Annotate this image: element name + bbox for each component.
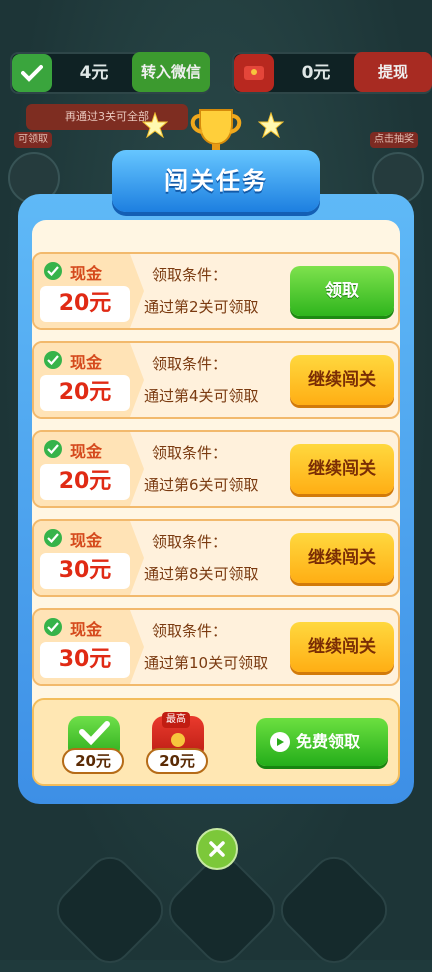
free-claim-button[interactable]: 免费领取	[256, 718, 388, 766]
star-icon	[258, 112, 284, 138]
cash-label: 现金	[70, 531, 103, 550]
free-claim-label: 免费领取	[296, 732, 361, 751]
condition-title: 领取条件：	[152, 622, 228, 640]
check-icon	[12, 54, 52, 92]
play-icon	[270, 732, 290, 752]
max-badge: 最高	[162, 712, 190, 728]
cash-tag: 现金 20元	[34, 432, 144, 506]
cash-tag: 现金 20元	[34, 254, 144, 328]
balance-pill: 4元 转入微信	[10, 52, 210, 94]
continue-level-button[interactable]: 继续闯关	[290, 444, 394, 494]
cash-label: 现金	[70, 620, 103, 639]
star-icon	[142, 112, 168, 138]
side-tag-lottery: 点击抽奖	[370, 132, 418, 148]
side-tag-claimable: 可领取	[14, 132, 52, 148]
top-bar: 4元 转入微信 0元 提现	[10, 52, 432, 94]
redpacket-reward-amount: 20元	[146, 748, 208, 774]
modal-footer: 20元 最高 20元 免费领取	[32, 698, 400, 786]
transfer-wechat-button[interactable]: 转入微信	[132, 52, 210, 92]
cash-label: 现金	[70, 264, 103, 283]
check-icon	[44, 618, 62, 636]
condition-text: 通过第8关可领取	[144, 565, 259, 583]
cash-label: 现金	[70, 353, 103, 372]
check-reward-amount: 20元	[62, 748, 124, 774]
cash-tag: 现金 20元	[34, 343, 144, 417]
reward-amount: 20元	[40, 375, 130, 411]
check-icon	[44, 351, 62, 369]
withdraw-button[interactable]: 提现	[354, 52, 432, 92]
condition-title: 领取条件：	[152, 355, 228, 373]
continue-level-button[interactable]: 继续闯关	[290, 533, 394, 583]
task-row: 现金 20元 领取条件： 通过第6关可领取 继续闯关	[32, 430, 400, 508]
task-row: 现金 20元 领取条件： 通过第2关可领取 领取	[32, 252, 400, 330]
close-modal-button[interactable]	[196, 828, 238, 870]
close-icon	[209, 841, 225, 857]
check-icon	[44, 262, 62, 280]
modal-title-ribbon: 闯关任务	[112, 150, 320, 212]
balance-amount: 4元	[79, 63, 109, 83]
condition-text: 通过第6关可领取	[144, 476, 259, 494]
condition-text: 通过第4关可领取	[144, 387, 259, 405]
cash-amount: 0元	[301, 63, 331, 83]
condition-title: 领取条件：	[152, 266, 228, 284]
claim-button[interactable]: 领取	[290, 266, 394, 316]
cash-label: 现金	[70, 442, 103, 461]
modal-title: 闯关任务	[164, 167, 268, 195]
check-icon	[44, 529, 62, 547]
continue-level-button[interactable]: 继续闯关	[290, 622, 394, 672]
task-row: 现金 30元 领取条件： 通过第10关可领取 继续闯关	[32, 608, 400, 686]
cash-tag: 现金 30元	[34, 521, 144, 595]
cash-tag: 现金 30元	[34, 610, 144, 684]
red-packet-icon	[234, 54, 274, 92]
reward-amount: 20元	[40, 286, 130, 322]
check-icon	[44, 440, 62, 458]
condition-title: 领取条件：	[152, 444, 228, 462]
condition-title: 领取条件：	[152, 533, 228, 551]
condition-text: 通过第2关可领取	[144, 298, 259, 316]
task-row: 现金 30元 领取条件： 通过第8关可领取 继续闯关	[32, 519, 400, 597]
cash-pill: 0元 提现	[232, 52, 432, 94]
condition-text: 通过第10关可领取	[144, 654, 269, 672]
task-row: 现金 20元 领取条件： 通过第4关可领取 继续闯关	[32, 341, 400, 419]
continue-level-button[interactable]: 继续闯关	[290, 355, 394, 405]
reward-amount: 20元	[40, 464, 130, 500]
reward-amount: 30元	[40, 553, 130, 589]
reward-amount: 30元	[40, 642, 130, 678]
